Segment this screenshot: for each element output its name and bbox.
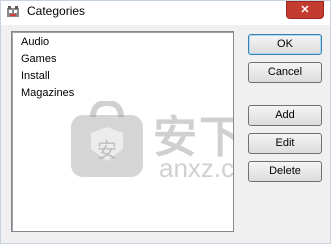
categories-dialog: Categories ✕ Audio Games Install Magazines … <box>0 0 331 244</box>
window-title: Categories <box>27 4 86 18</box>
watermark-domain: anxz.com <box>159 153 234 183</box>
categories-list: Audio Games Install Magazines <box>13 33 233 102</box>
list-item[interactable]: Games <box>13 51 233 68</box>
list-item[interactable]: Install <box>13 68 233 85</box>
close-icon: ✕ <box>300 4 310 16</box>
watermark-text: 安下载 <box>153 113 233 162</box>
app-icon <box>7 6 19 17</box>
delete-button[interactable]: Delete <box>248 161 322 182</box>
categories-listbox[interactable]: AudioGamesInstallMagazines 安 安下载 anxz.co… <box>11 31 234 232</box>
watermark-badge-char: 安 <box>97 140 117 162</box>
edit-button[interactable]: Edit <box>248 133 322 154</box>
dialog-client-area: AudioGamesInstallMagazines 安 安下载 anxz.co… <box>1 25 330 243</box>
cancel-button[interactable]: Cancel <box>248 62 322 83</box>
list-item[interactable]: Audio <box>13 34 233 51</box>
watermark: 安 安下载 anxz.com <box>67 101 234 209</box>
add-button[interactable]: Add <box>248 105 322 126</box>
watermark-bag-icon <box>71 101 143 177</box>
ok-button[interactable]: OK <box>248 34 322 55</box>
close-button[interactable]: ✕ <box>286 1 324 19</box>
title-bar[interactable]: Categories ✕ <box>1 1 330 25</box>
list-item[interactable]: Magazines <box>13 85 233 102</box>
